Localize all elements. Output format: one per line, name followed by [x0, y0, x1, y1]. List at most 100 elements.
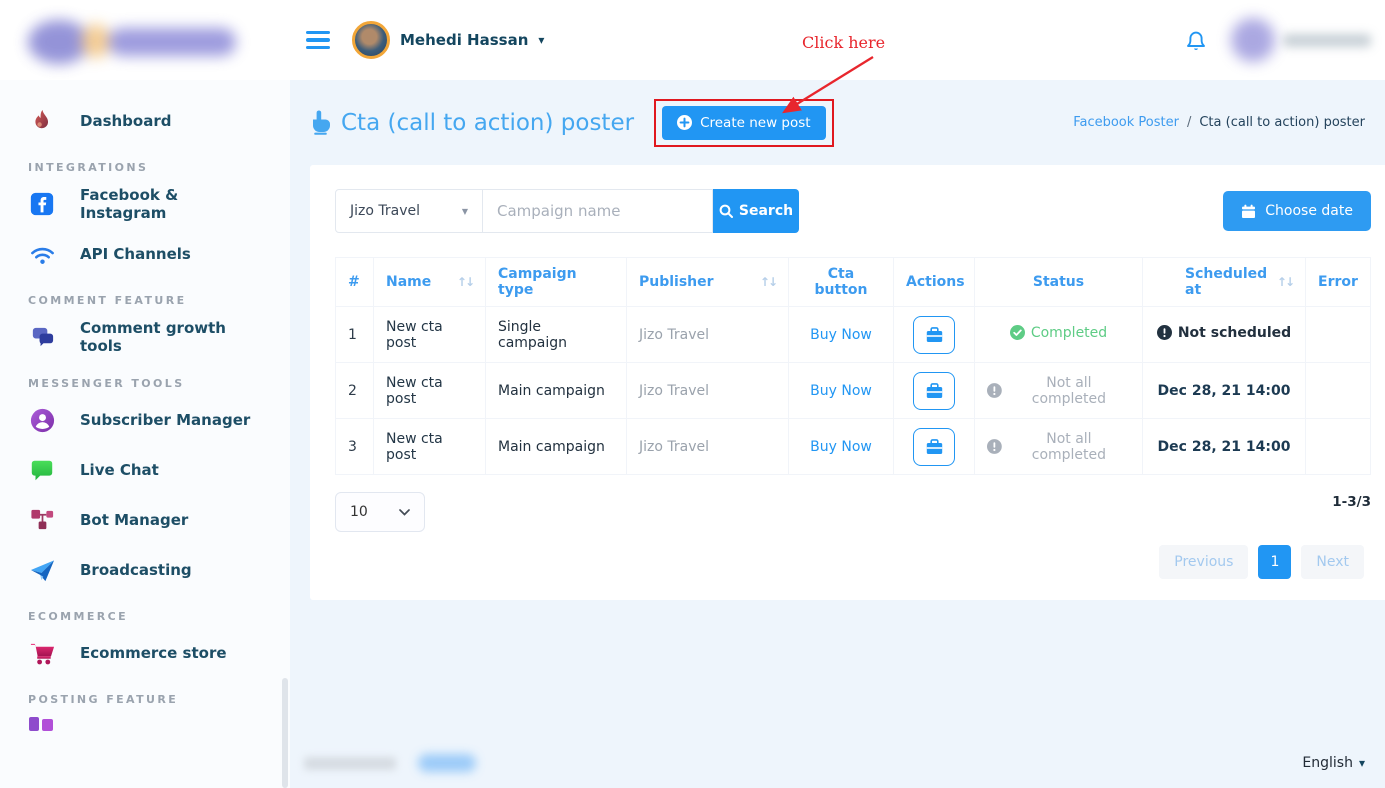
sidebar-item-api-channels[interactable]: API Channels	[0, 229, 290, 279]
footer-link-redacted[interactable]	[418, 754, 476, 772]
sidebar-item-label: Facebook & Instagram	[80, 186, 262, 222]
sitemap-icon	[28, 506, 56, 534]
info-circle-icon	[987, 439, 1002, 454]
language-selector[interactable]: English ▾	[1302, 755, 1365, 771]
paper-plane-icon	[28, 556, 56, 584]
column-scheduled-at[interactable]: Scheduled at↑↓	[1143, 258, 1306, 307]
choose-date-button[interactable]: Choose date	[1223, 191, 1371, 231]
secondary-avatar	[1231, 18, 1275, 62]
sidebar-item-label: Broadcasting	[80, 561, 192, 579]
breadcrumb-separator: /	[1187, 115, 1191, 130]
hamburger-menu-icon[interactable]	[306, 31, 330, 49]
table-row: 2 New cta post Main campaign Jizo Travel…	[336, 363, 1371, 419]
user-name: Mehedi Hassan	[400, 31, 528, 49]
info-circle-icon	[1157, 325, 1172, 340]
column-actions: Actions	[894, 258, 975, 307]
table-header-row: # Name↑↓ Campaign type Publisher↑↓ Cta b…	[336, 258, 1371, 307]
sort-icon[interactable]: ↑↓	[457, 275, 473, 289]
table-row: 3 New cta post Main campaign Jizo Travel…	[336, 419, 1371, 475]
sidebar: Dashboard INTEGRATIONS Facebook & Instag…	[0, 80, 290, 788]
campaign-actions-button[interactable]	[913, 316, 955, 354]
column-publisher[interactable]: Publisher↑↓	[627, 258, 789, 307]
posting-feature-icon-partial	[0, 711, 290, 735]
sidebar-scrollbar[interactable]	[282, 678, 288, 788]
check-circle-icon	[1010, 325, 1025, 340]
breadcrumb-facebook-poster[interactable]: Facebook Poster	[1073, 115, 1179, 130]
sort-icon[interactable]: ↑↓	[760, 275, 776, 289]
column-campaign-type: Campaign type	[486, 258, 627, 307]
footer: English ▾	[290, 754, 1385, 772]
table-row: 1 New cta post Single campaign Jizo Trav…	[336, 307, 1371, 363]
sidebar-section-integrations: INTEGRATIONS	[0, 161, 290, 174]
caret-down-icon: ▾	[1359, 756, 1365, 770]
chat-bubble-icon	[28, 456, 56, 484]
user-circle-icon	[28, 406, 56, 434]
column-status: Status	[975, 258, 1143, 307]
sidebar-item-comment-growth-tools[interactable]: Comment growth tools	[0, 312, 290, 362]
breadcrumb: Facebook Poster / Cta (call to action) p…	[1073, 115, 1365, 130]
sidebar-item-label: Ecommerce store	[80, 644, 227, 662]
campaign-actions-button[interactable]	[913, 372, 955, 410]
column-cta-button: Cta button	[789, 258, 894, 307]
user-avatar	[352, 21, 390, 59]
sidebar-item-subscriber-manager[interactable]: Subscriber Manager	[0, 395, 290, 445]
campaign-name-input[interactable]	[483, 189, 713, 233]
sidebar-item-label: Dashboard	[80, 112, 171, 130]
sidebar-item-live-chat[interactable]: Live Chat	[0, 445, 290, 495]
flame-icon	[28, 107, 56, 135]
publisher-select[interactable]: Jizo Travel ▼	[335, 189, 483, 233]
sort-icon[interactable]: ↑↓	[1277, 275, 1293, 289]
campaign-actions-button[interactable]	[913, 428, 955, 466]
topbar-user-menu[interactable]: Mehedi Hassan ▾	[352, 21, 544, 59]
search-button[interactable]: Search	[713, 189, 799, 233]
page-title: Cta (call to action) poster	[310, 110, 634, 136]
sidebar-item-label: Bot Manager	[80, 511, 188, 529]
calendar-icon	[1241, 204, 1256, 219]
next-page-button[interactable]: Next	[1301, 545, 1364, 579]
shopping-cart-icon	[28, 639, 56, 667]
annotation-highlight-box: Create new post	[654, 99, 834, 147]
sidebar-item-facebook-instagram[interactable]: Facebook & Instagram	[0, 179, 290, 229]
status-badge: Not all completed	[1008, 375, 1130, 407]
bell-icon[interactable]	[1185, 29, 1207, 52]
sidebar-item-bot-manager[interactable]: Bot Manager	[0, 495, 290, 545]
page-size-select[interactable]: 10	[335, 492, 425, 532]
annotation-click-here: Click here	[802, 33, 885, 52]
sidebar-item-dashboard[interactable]: Dashboard	[0, 96, 290, 146]
sidebar-section-posting-feature: POSTING FEATURE	[0, 693, 290, 706]
column-name[interactable]: Name↑↓	[374, 258, 486, 307]
cta-button-link[interactable]: Buy Now	[810, 439, 872, 455]
briefcase-icon	[926, 383, 943, 399]
sidebar-item-broadcasting[interactable]: Broadcasting	[0, 545, 290, 595]
current-page-button[interactable]: 1	[1258, 545, 1291, 579]
footer-copyright-redacted	[304, 757, 396, 770]
briefcase-icon	[926, 439, 943, 455]
previous-page-button[interactable]: Previous	[1159, 545, 1248, 579]
sidebar-item-label: API Channels	[80, 245, 191, 263]
status-badge: Not all completed	[1008, 431, 1130, 463]
info-circle-icon	[987, 383, 1002, 398]
filter-bar: Jizo Travel ▼ Search	[335, 189, 1371, 233]
app-logo[interactable]	[28, 12, 260, 68]
sidebar-item-label: Subscriber Manager	[80, 411, 250, 429]
sidebar-section-ecommerce: ECOMMERCE	[0, 610, 290, 623]
content-card: Jizo Travel ▼ Search	[310, 165, 1385, 600]
pagination: Previous 1 Next	[335, 545, 1371, 579]
column-num: #	[336, 258, 374, 307]
secondary-user-menu[interactable]	[1231, 18, 1371, 62]
caret-down-icon: ▼	[462, 207, 468, 216]
sidebar-section-messenger-tools: MESSENGER TOOLS	[0, 377, 290, 390]
briefcase-icon	[926, 327, 943, 343]
page-header: Cta (call to action) poster Create new p…	[290, 80, 1385, 165]
plus-circle-icon	[677, 115, 692, 130]
create-new-post-button[interactable]: Create new post	[662, 106, 826, 140]
cta-button-link[interactable]: Buy Now	[810, 327, 872, 343]
cta-button-link[interactable]: Buy Now	[810, 383, 872, 399]
sidebar-item-ecommerce-store[interactable]: Ecommerce store	[0, 628, 290, 678]
topbar: Mehedi Hassan ▾	[0, 0, 1385, 80]
hand-pointer-icon	[310, 110, 331, 135]
column-error: Error	[1306, 258, 1371, 307]
search-icon	[719, 204, 733, 218]
facebook-icon	[28, 190, 56, 218]
wifi-icon	[28, 240, 56, 268]
